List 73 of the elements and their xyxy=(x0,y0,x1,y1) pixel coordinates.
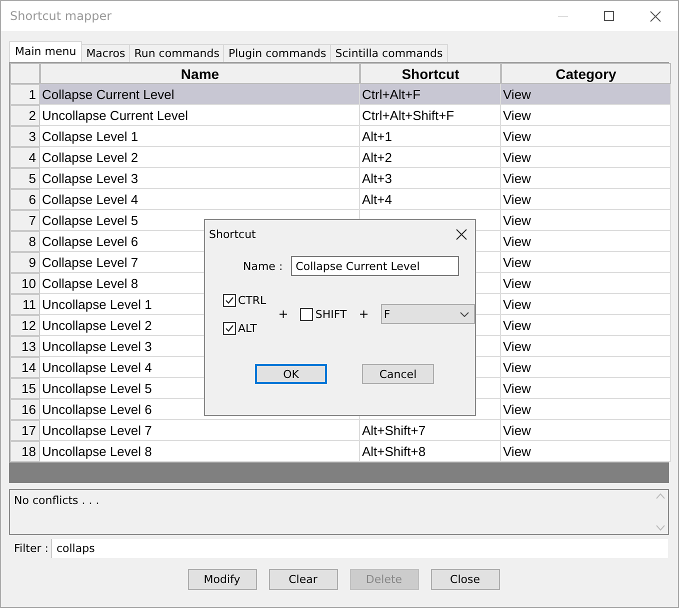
table-cell[interactable]: View xyxy=(501,168,671,189)
table-cell[interactable]: Uncollapse Current Level xyxy=(40,105,360,126)
row-number: 11 xyxy=(10,294,40,315)
row-number: 4 xyxy=(10,147,40,168)
table-cell[interactable]: Alt+Shift+8 xyxy=(360,441,501,462)
table-cell[interactable]: Alt+1 xyxy=(360,126,501,147)
table-cell[interactable]: View xyxy=(501,357,671,378)
tab[interactable]: Plugin commands xyxy=(223,44,332,62)
row-number: 15 xyxy=(10,378,40,399)
tab[interactable]: Main menu xyxy=(9,41,82,62)
table-cell[interactable]: View xyxy=(501,84,671,105)
name-label: Name : xyxy=(243,260,283,272)
key-dropdown[interactable]: F xyxy=(380,304,475,324)
row-number: 12 xyxy=(10,315,40,336)
table-cell[interactable]: View xyxy=(501,147,671,168)
table-cell[interactable]: Alt+Shift+7 xyxy=(360,420,501,441)
conflicts-text: No conflicts . . . xyxy=(13,493,100,509)
dialog-button[interactable]: Close xyxy=(430,569,500,590)
filter-field[interactable]: collaps xyxy=(51,539,668,558)
checkbox[interactable]: ALT xyxy=(223,322,266,334)
table-cell[interactable]: Alt+3 xyxy=(360,168,501,189)
table-cell[interactable]: View xyxy=(501,336,671,357)
column-header[interactable]: Shortcut xyxy=(360,63,501,84)
table-cell[interactable]: Collapse Level 4 xyxy=(40,189,360,210)
table-cell[interactable]: View xyxy=(501,210,671,231)
table-cell[interactable]: Alt+4 xyxy=(360,189,501,210)
table-cell[interactable]: View xyxy=(501,189,671,210)
row-number: 17 xyxy=(10,420,40,441)
table-cell[interactable]: Collapse Current Level xyxy=(40,84,360,105)
table-cell[interactable]: View xyxy=(501,294,671,315)
table-cell[interactable]: Ctrl+Alt+Shift+F xyxy=(360,105,501,126)
plus-sign: + xyxy=(358,307,370,321)
row-number: 10 xyxy=(10,273,40,294)
dialog-button[interactable]: Cancel xyxy=(362,364,434,384)
dialog-button[interactable]: Modify xyxy=(188,569,256,590)
row-number: 8 xyxy=(10,231,40,252)
table-cell[interactable]: Alt+2 xyxy=(360,147,501,168)
column-header[interactable]: Category xyxy=(501,63,671,84)
table-cell[interactable]: View xyxy=(501,231,671,252)
row-number: 6 xyxy=(10,189,40,210)
row-number: 18 xyxy=(10,441,40,462)
table-cell[interactable]: View xyxy=(501,105,671,126)
row-number: 3 xyxy=(10,126,40,147)
column-header[interactable]: Name xyxy=(40,63,360,84)
table-cell[interactable]: View xyxy=(501,273,671,294)
row-number: 9 xyxy=(10,252,40,273)
table-cell[interactable]: Collapse Level 1 xyxy=(40,126,360,147)
table-cell[interactable]: View xyxy=(501,441,671,462)
row-number: 1 xyxy=(10,84,40,105)
dialog-button[interactable]: Clear xyxy=(268,569,338,590)
row-number: 16 xyxy=(10,399,40,420)
table-cell[interactable]: Collapse Level 3 xyxy=(40,168,360,189)
table-cell[interactable]: Uncollapse Level 7 xyxy=(40,420,360,441)
table-cell[interactable]: Uncollapse Level 8 xyxy=(40,441,360,462)
table-cell[interactable]: Collapse Level 2 xyxy=(40,147,360,168)
filter-label: Filter : xyxy=(14,542,48,555)
table-cell[interactable]: View xyxy=(501,399,671,420)
row-number: 5 xyxy=(10,168,40,189)
row-number: 2 xyxy=(10,105,40,126)
dialog-button[interactable]: OK xyxy=(255,364,327,384)
table-cell[interactable]: View xyxy=(501,126,671,147)
checkbox[interactable]: CTRL xyxy=(223,294,266,306)
table-cell[interactable]: View xyxy=(501,420,671,441)
tab[interactable]: Scintilla commands xyxy=(330,44,448,62)
row-number: 13 xyxy=(10,336,40,357)
table-cell[interactable]: View xyxy=(501,315,671,336)
row-number: 7 xyxy=(10,210,40,231)
name-field[interactable]: Collapse Current Level xyxy=(290,256,459,276)
table-cell[interactable]: Ctrl+Alt+F xyxy=(360,84,501,105)
window-title: Shortcut mapper xyxy=(10,9,113,23)
table-cell[interactable]: View xyxy=(501,252,671,273)
row-number: 14 xyxy=(10,357,40,378)
table-cell[interactable]: View xyxy=(501,378,671,399)
